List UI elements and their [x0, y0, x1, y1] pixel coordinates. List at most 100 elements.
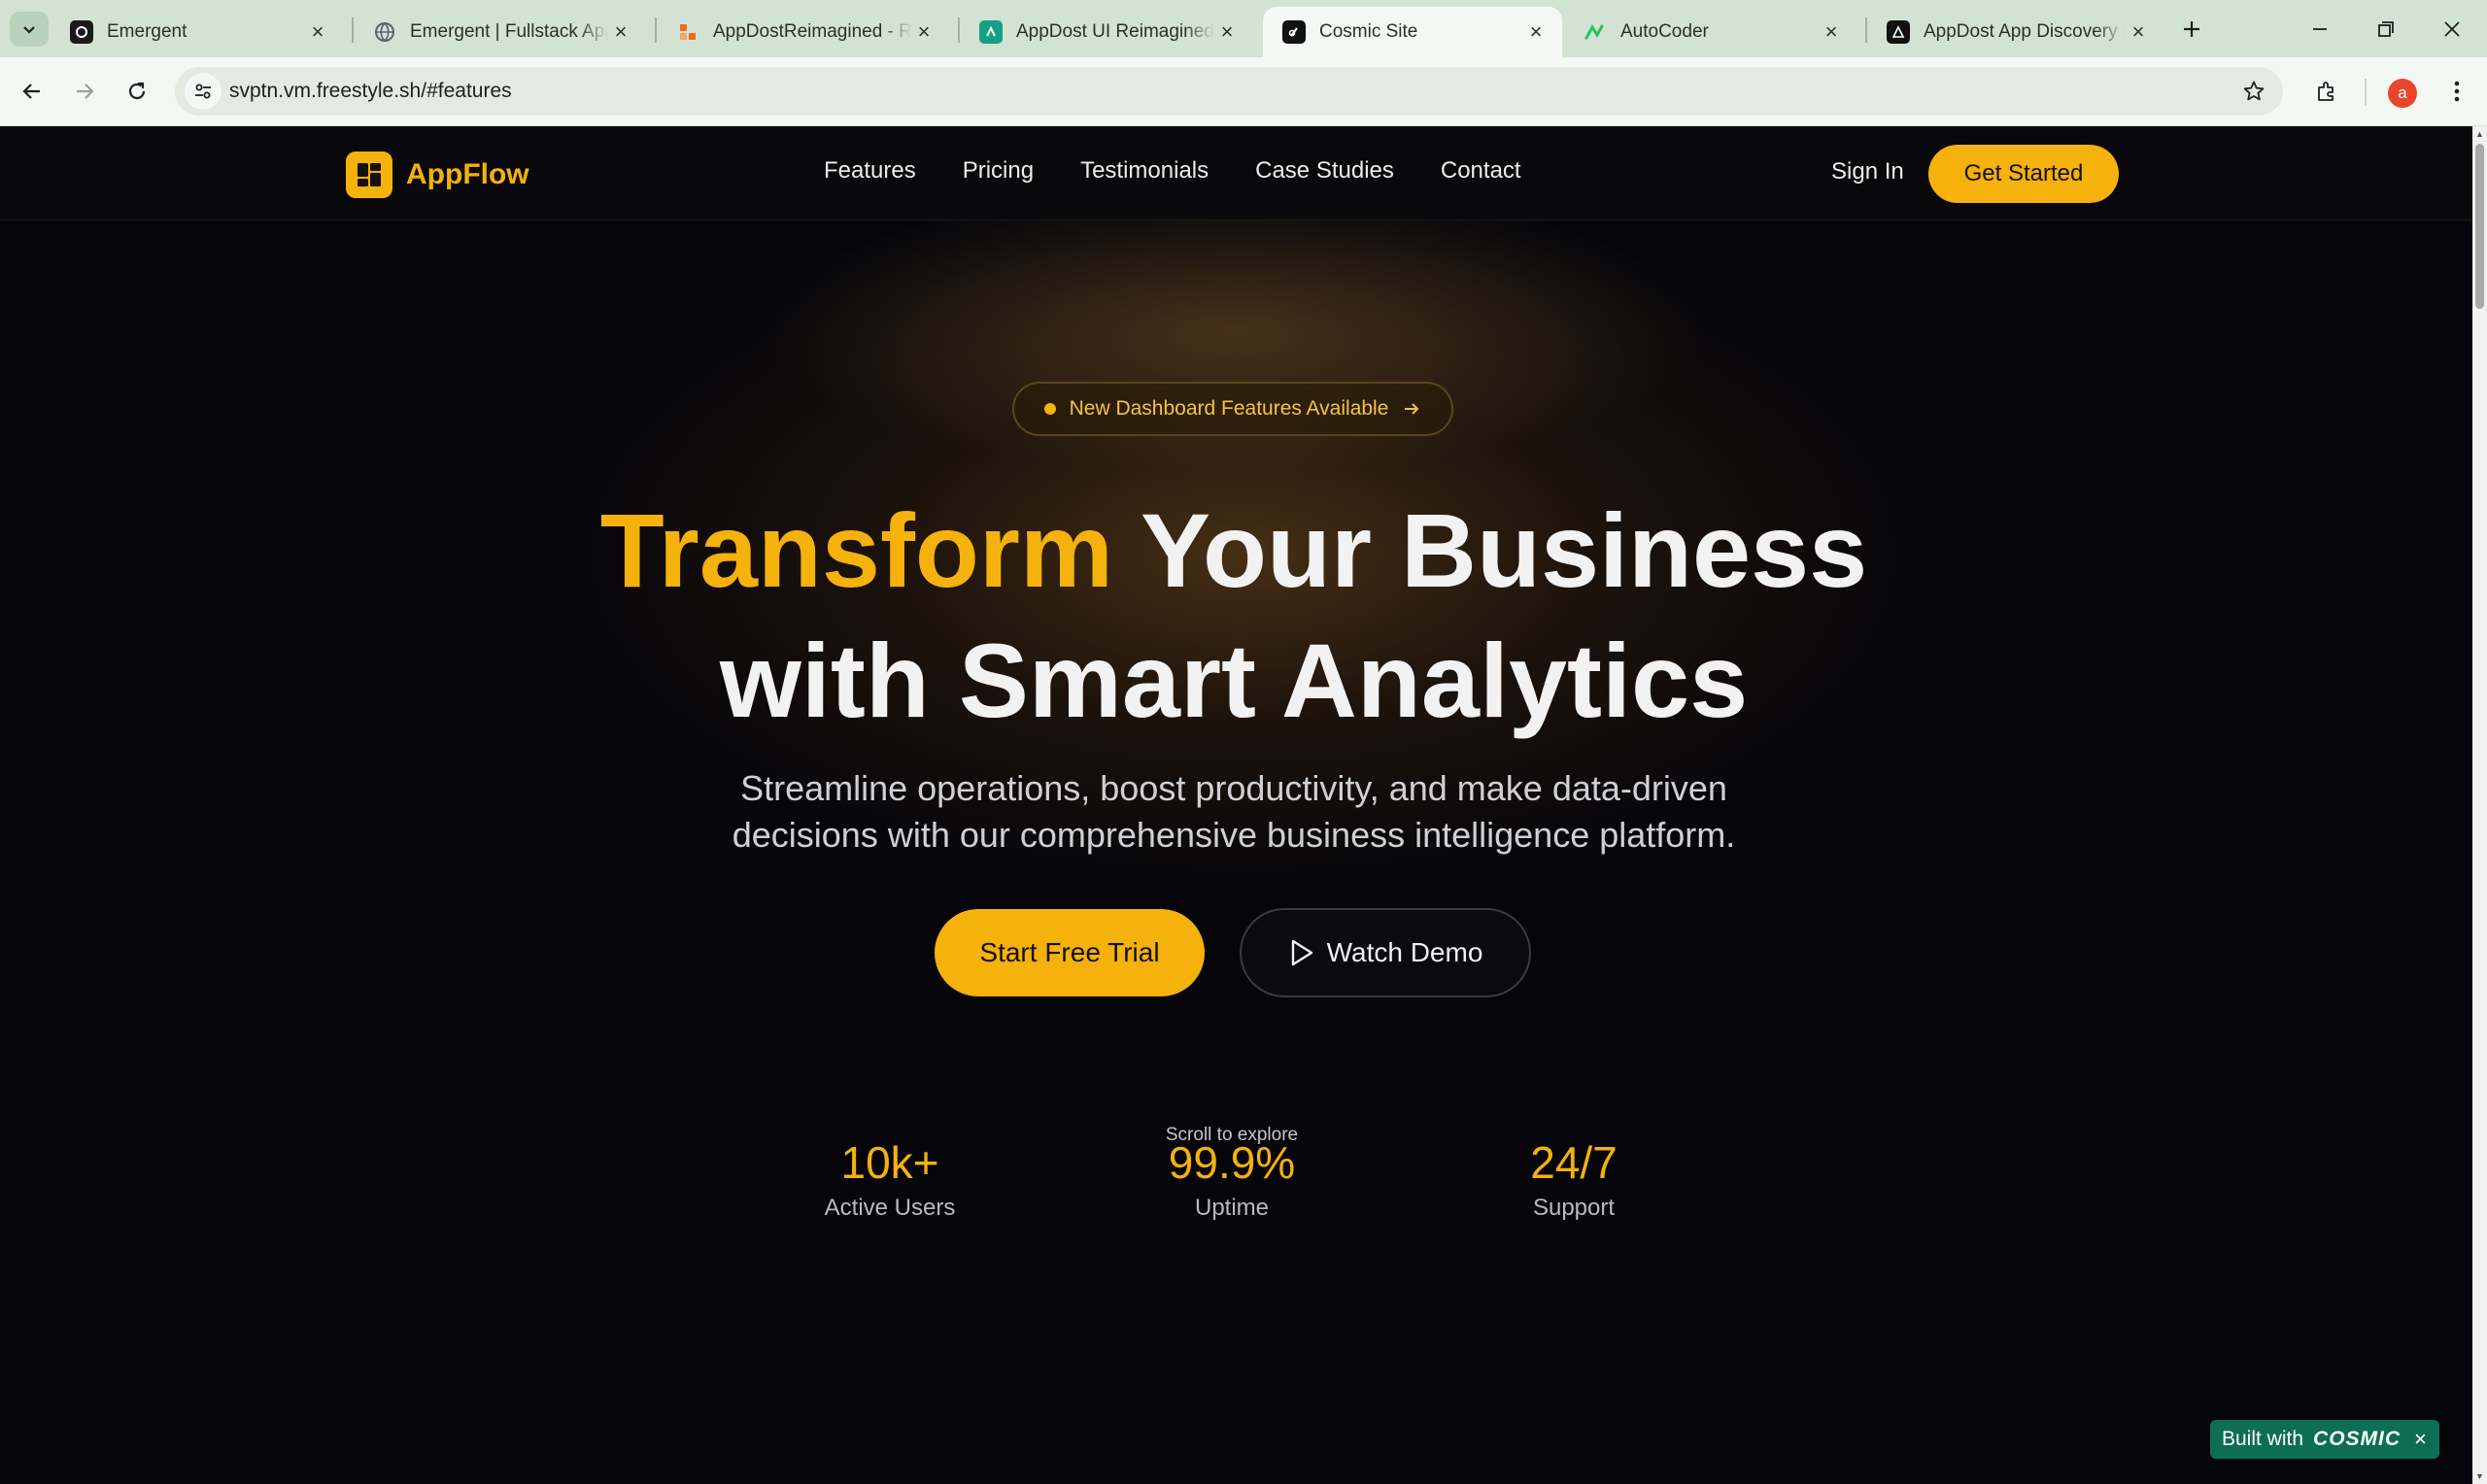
nav-testimonials[interactable]: Testimonials: [1080, 157, 1209, 185]
close-tab-icon[interactable]: ×: [608, 19, 633, 45]
tab-search-button[interactable]: [10, 12, 49, 47]
address-bar[interactable]: svptn.vm.freestyle.sh/#features: [175, 67, 2283, 116]
tab-title: AppDost App Discovery L: [1924, 21, 2126, 42]
site-header: AppFlow Features Pricing Testimonials Ca…: [0, 126, 2472, 220]
nav-contact[interactable]: Contact: [1441, 157, 1521, 185]
play-icon: [1291, 939, 1312, 966]
appdost-ui-favicon-icon: [979, 20, 1003, 44]
tab-appdost-reimagined[interactable]: AppDostReimagined - Re ×: [657, 7, 950, 57]
reload-icon: [128, 82, 146, 100]
tab-title: Emergent | Fullstack App: [410, 21, 608, 42]
tab-title: Cosmic Site: [1319, 21, 1418, 42]
close-tab-icon[interactable]: ×: [1523, 19, 1549, 45]
tune-icon: [195, 84, 211, 99]
tab-appdost-ui[interactable]: AppDost UI Reimagined ×: [960, 7, 1253, 57]
close-tab-icon[interactable]: ×: [1214, 19, 1240, 45]
close-tab-icon[interactable]: ×: [911, 19, 937, 45]
chevron-down-icon: [23, 26, 35, 34]
extensions-button[interactable]: [2306, 71, 2347, 112]
tab-title: AppDost UI Reimagined: [1016, 21, 1214, 42]
built-with-cosmic-badge[interactable]: Built with COSMIC ×: [2210, 1420, 2439, 1459]
stat-label: Uptime: [1194, 1195, 1270, 1221]
forward-button[interactable]: [64, 71, 105, 112]
url-text[interactable]: svptn.vm.freestyle.sh/#features: [229, 80, 512, 103]
cosmic-favicon-icon: [1282, 20, 1306, 44]
arrow-left-icon: [22, 84, 40, 99]
tab-title: AppDostReimagined - Re: [713, 21, 911, 42]
close-window-button[interactable]: [2423, 8, 2481, 51]
stat-active-users: 10k+ Active Users: [773, 1136, 1006, 1222]
back-button[interactable]: [12, 71, 52, 112]
headline-highlight: Transform: [599, 491, 1113, 609]
get-started-button[interactable]: Get Started: [1928, 145, 2119, 203]
main-nav: Features Pricing Testimonials Case Studi…: [824, 157, 1521, 185]
arrow-right-icon: [1405, 403, 1419, 415]
built-with-text: Built with: [2222, 1428, 2304, 1450]
status-dot: [1043, 403, 1056, 415]
subhead-line2: decisions with our comprehensive busines…: [732, 815, 1736, 855]
scroll-up-arrow-icon[interactable]: ▲: [2472, 126, 2487, 142]
close-tab-icon[interactable]: ×: [2126, 19, 2151, 45]
reload-button[interactable]: [117, 71, 157, 112]
start-free-trial-button[interactable]: Start Free Trial: [935, 909, 1205, 996]
more-vert-icon: [2454, 81, 2460, 102]
hero-headline: Transform Your Business with Smart Analy…: [272, 486, 2196, 746]
watch-demo-label: Watch Demo: [1326, 937, 1483, 967]
hero-subheading: Streamline operations, boost productivit…: [466, 765, 2001, 859]
tab-emergent-fullstack[interactable]: Emergent | Fullstack App ×: [354, 7, 647, 57]
close-icon[interactable]: ×: [2414, 1427, 2427, 1452]
plus-icon: [2184, 21, 2199, 37]
close-tab-icon[interactable]: ×: [305, 19, 330, 45]
tab-title: AutoCoder: [1620, 21, 1709, 42]
scroll-down-arrow-icon[interactable]: ▼: [2472, 1468, 2487, 1484]
bookmark-button[interactable]: [2238, 76, 2269, 107]
page-viewport: AppFlow Features Pricing Testimonials Ca…: [0, 126, 2487, 1484]
subhead-line1: Streamline operations, boost productivit…: [740, 768, 1727, 808]
appdost-favicon-icon: [676, 20, 699, 44]
appdost-discovery-favicon-icon: [1887, 20, 1910, 44]
restore-button[interactable]: [2357, 8, 2415, 51]
minimize-button[interactable]: [2291, 8, 2349, 51]
tab-appdost-discovery[interactable]: AppDost App Discovery L ×: [1867, 7, 2164, 57]
toolbar-divider: [2365, 79, 2367, 106]
site-info-button[interactable]: [185, 73, 221, 110]
globe-icon: [373, 20, 396, 44]
profile-avatar[interactable]: a: [2388, 79, 2417, 108]
arrow-right-icon: [77, 84, 94, 99]
puzzle-icon: [2318, 82, 2334, 101]
new-tab-button[interactable]: [2174, 12, 2209, 47]
close-tab-icon[interactable]: ×: [1819, 19, 1844, 45]
headline-line1: Your Business: [1112, 491, 1868, 609]
stat-uptime: 99.9% Uptime: [1115, 1136, 1348, 1222]
tab-emergent[interactable]: Emergent ×: [51, 7, 344, 57]
scrollbar-thumb[interactable]: [2475, 144, 2484, 309]
announcement-badge[interactable]: New Dashboard Features Available: [1012, 382, 1453, 436]
tab-autocoder[interactable]: AutoCoder ×: [1564, 7, 1857, 57]
nav-pricing[interactable]: Pricing: [963, 157, 1034, 185]
stat-label: Support: [1532, 1195, 1616, 1221]
nav-case-studies[interactable]: Case Studies: [1255, 157, 1394, 185]
page-scrollbar[interactable]: ▲ ▼: [2472, 126, 2487, 1484]
emergent-favicon-icon: [70, 20, 93, 44]
stat-value: 99.9%: [1168, 1137, 1296, 1188]
minimize-icon: [2313, 28, 2327, 30]
logo-text: AppFlow: [406, 158, 529, 190]
browser-menu-button[interactable]: [2436, 71, 2477, 112]
watch-demo-button[interactable]: Watch Demo: [1240, 908, 1531, 997]
site-logo[interactable]: AppFlow: [346, 152, 529, 198]
browser-tab-strip: Emergent × Emergent | Fullstack App × Ap…: [0, 0, 2487, 57]
tab-title: Emergent: [107, 21, 187, 42]
browser-toolbar: svptn.vm.freestyle.sh/#features a: [0, 57, 2487, 126]
tab-cosmic-site[interactable]: Cosmic Site ×: [1263, 7, 1562, 57]
headline-line2: with Smart Analytics: [719, 622, 1749, 739]
nav-features[interactable]: Features: [824, 157, 916, 185]
stat-value: 24/7: [1530, 1137, 1618, 1188]
cosmic-brand: COSMIC: [2313, 1428, 2402, 1450]
stat-label: Active Users: [824, 1195, 956, 1221]
star-icon: [2243, 81, 2265, 101]
dashboard-logo-icon: [346, 152, 392, 198]
stat-value: 10k+: [840, 1137, 939, 1188]
sign-in-link[interactable]: Sign In: [1831, 158, 1904, 186]
close-icon: [2444, 21, 2460, 37]
autocoder-favicon-icon: [1584, 20, 1607, 44]
